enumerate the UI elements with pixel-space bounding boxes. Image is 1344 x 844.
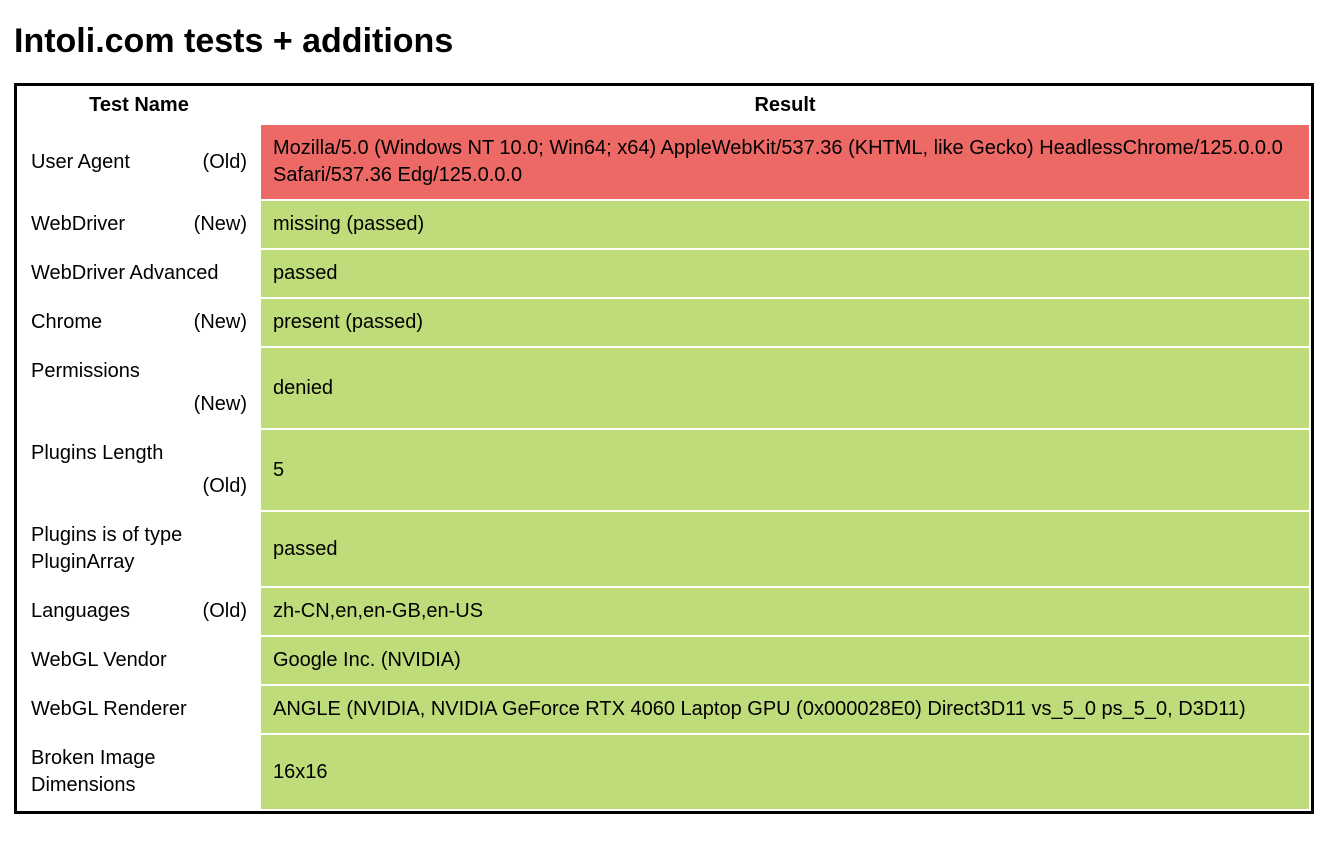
- test-result-cell: 5: [261, 430, 1309, 510]
- test-name-cell: Plugins Length (Old): [19, 430, 259, 510]
- test-tag: (Old): [31, 473, 247, 500]
- test-name-cell: WebGL Vendor: [19, 637, 259, 684]
- test-name-cell: Broken Image Dimensions: [19, 735, 259, 809]
- test-name: Plugins Length: [31, 442, 163, 464]
- test-result-cell: ANGLE (NVIDIA, NVIDIA GeForce RTX 4060 L…: [261, 686, 1309, 733]
- test-name: WebDriver Advanced: [31, 260, 219, 287]
- test-name-cell: WebGL Renderer: [19, 686, 259, 733]
- col-header-name: Test Name: [19, 88, 259, 123]
- test-tag: (Old): [203, 598, 247, 625]
- test-name-cell: Permissions (New): [19, 348, 259, 428]
- test-name: WebGL Vendor: [31, 647, 167, 674]
- test-result-cell: denied: [261, 348, 1309, 428]
- test-name: WebGL Renderer: [31, 696, 187, 723]
- test-name-cell: Languages (Old): [19, 588, 259, 635]
- test-tag: (New): [31, 391, 247, 418]
- test-name: Chrome: [31, 309, 102, 336]
- table-row: Permissions (New) denied: [19, 348, 1309, 428]
- test-result-cell: passed: [261, 512, 1309, 586]
- test-name: Permissions: [31, 360, 140, 382]
- table-row: Broken Image Dimensions 16x16: [19, 735, 1309, 809]
- test-name-cell: WebDriver Advanced: [19, 250, 259, 297]
- test-result-cell: Mozilla/5.0 (Windows NT 10.0; Win64; x64…: [261, 125, 1309, 199]
- test-name-cell: User Agent (Old): [19, 125, 259, 199]
- test-result-cell: Google Inc. (NVIDIA): [261, 637, 1309, 684]
- table-row: WebDriver (New) missing (passed): [19, 201, 1309, 248]
- test-name: Languages: [31, 598, 130, 625]
- test-name: User Agent: [31, 149, 130, 176]
- test-result-cell: zh-CN,en,en-GB,en-US: [261, 588, 1309, 635]
- test-result-cell: present (passed): [261, 299, 1309, 346]
- table-row: Chrome (New) present (passed): [19, 299, 1309, 346]
- page-title: Intoli.com tests + additions: [14, 22, 1330, 61]
- tests-table: Test Name Result User Agent (Old) Mozilla/…: [14, 83, 1314, 814]
- test-name: Broken Image Dimensions: [31, 745, 247, 799]
- test-name-cell: Chrome (New): [19, 299, 259, 346]
- table-row: WebGL Renderer ANGLE (NVIDIA, NVIDIA GeFo…: [19, 686, 1309, 733]
- test-result-cell: missing (passed): [261, 201, 1309, 248]
- table-row: WebGL Vendor Google Inc. (NVIDIA): [19, 637, 1309, 684]
- test-name: WebDriver: [31, 211, 125, 238]
- table-row: Languages (Old) zh-CN,en,en-GB,en-US: [19, 588, 1309, 635]
- table-row: User Agent (Old) Mozilla/5.0 (Windows NT 1…: [19, 125, 1309, 199]
- test-tag: (Old): [203, 149, 247, 176]
- table-row: WebDriver Advanced passed: [19, 250, 1309, 297]
- table-header-row: Test Name Result: [19, 88, 1309, 123]
- test-result-cell: passed: [261, 250, 1309, 297]
- table-row: Plugins Length (Old) 5: [19, 430, 1309, 510]
- test-name: Plugins is of type PluginArray: [31, 522, 247, 576]
- table-row: Plugins is of type PluginArray passed: [19, 512, 1309, 586]
- test-name-cell: WebDriver (New): [19, 201, 259, 248]
- col-header-result: Result: [261, 88, 1309, 123]
- test-tag: (New): [194, 211, 247, 238]
- test-name-cell: Plugins is of type PluginArray: [19, 512, 259, 586]
- test-result-cell: 16x16: [261, 735, 1309, 809]
- test-tag: (New): [194, 309, 247, 336]
